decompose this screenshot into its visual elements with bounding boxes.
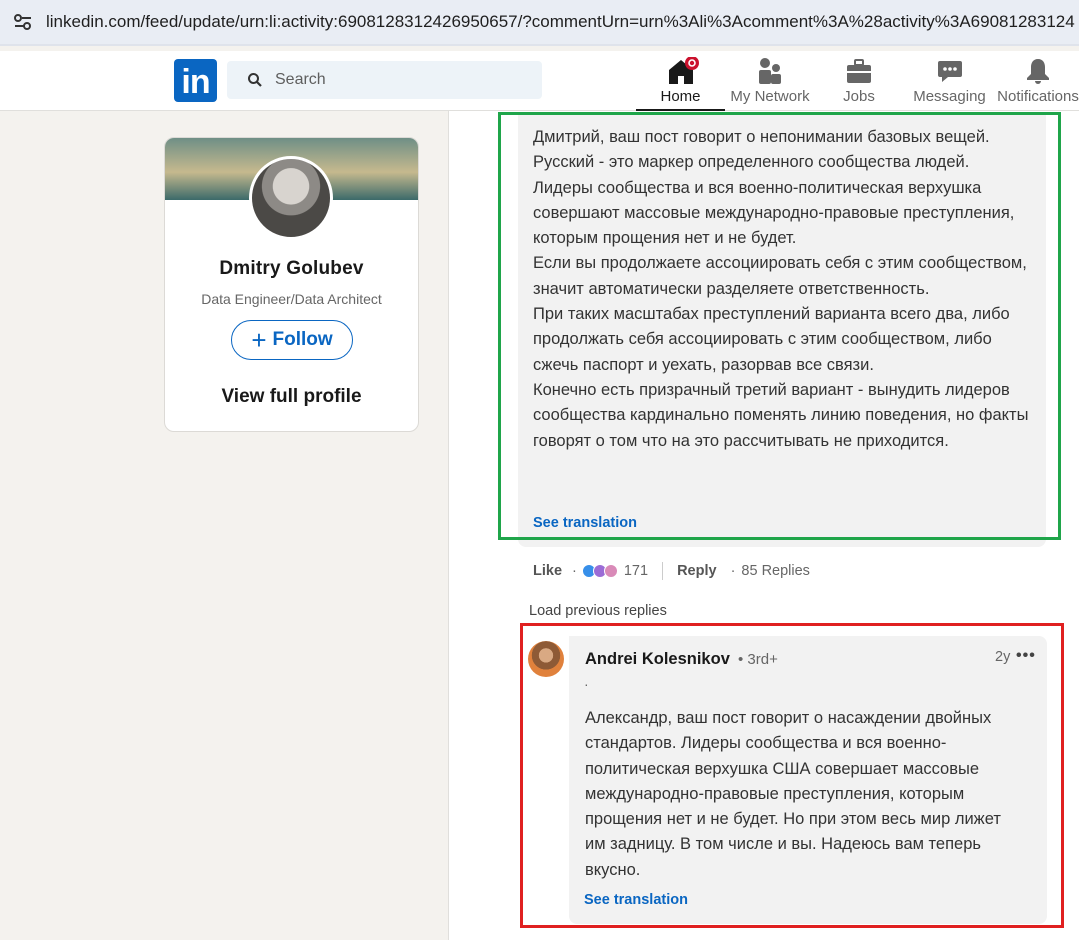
separator-dot: ·	[572, 563, 577, 579]
network-icon	[759, 58, 781, 84]
linkedin-top-nav: in Home My Network Jobs	[0, 51, 1079, 111]
linkedin-logo[interactable]: in	[174, 59, 217, 102]
search-box[interactable]	[227, 61, 542, 99]
profile-headline: Data Engineer/Data Architect	[201, 291, 382, 307]
site-settings-icon[interactable]	[12, 11, 34, 33]
green-highlight-box	[498, 112, 1061, 540]
reactions-icons[interactable]	[581, 564, 618, 578]
nav-notifications[interactable]: Notifications	[997, 57, 1079, 111]
browser-address-bar: linkedin.com/feed/update/urn:li:activity…	[0, 0, 1079, 46]
profile-avatar[interactable]	[249, 156, 333, 240]
follow-label: Follow	[272, 329, 333, 350]
url-text[interactable]: linkedin.com/feed/update/urn:li:activity…	[46, 12, 1075, 32]
follow-button[interactable]: + Follow	[231, 320, 353, 360]
search-input[interactable]	[275, 71, 515, 89]
nav-messaging-label: Messaging	[913, 88, 986, 105]
load-previous-replies-link[interactable]: Load previous replies	[529, 603, 667, 619]
chat-icon	[937, 61, 962, 82]
nav-notifications-label: Notifications	[997, 88, 1079, 105]
profile-name[interactable]: Dmitry Golubev	[165, 258, 418, 280]
nav-my-network-label: My Network	[730, 88, 810, 105]
like-button[interactable]: Like	[533, 563, 562, 579]
divider	[662, 562, 664, 580]
nav-messaging[interactable]: Messaging	[912, 57, 987, 111]
red-highlight-box	[520, 623, 1064, 928]
nav-home[interactable]: Home	[636, 57, 725, 111]
home-icon	[668, 57, 699, 84]
view-full-profile-link[interactable]: View full profile	[165, 386, 418, 408]
replies-count[interactable]: 85 Replies	[741, 563, 810, 579]
nav-jobs[interactable]: Jobs	[830, 57, 888, 111]
nav-home-label: Home	[660, 88, 701, 105]
bell-icon	[1027, 59, 1049, 84]
url-box[interactable]: linkedin.com/feed/update/urn:li:activity…	[0, 0, 1079, 44]
reply-button[interactable]: Reply	[677, 563, 717, 579]
comment-actions: Like · 171 Reply · 85 Replies	[533, 561, 810, 581]
support-reaction-icon	[603, 564, 618, 578]
separator-dot: ·	[730, 563, 736, 579]
plus-icon: +	[251, 325, 267, 355]
reactions-count[interactable]: 171	[624, 563, 648, 579]
nav-jobs-label: Jobs	[843, 88, 875, 105]
search-icon	[248, 73, 262, 87]
briefcase-icon	[847, 59, 871, 83]
profile-card: Dmitry Golubev Data Engineer/Data Archit…	[164, 137, 419, 432]
nav-my-network[interactable]: My Network	[726, 57, 814, 111]
